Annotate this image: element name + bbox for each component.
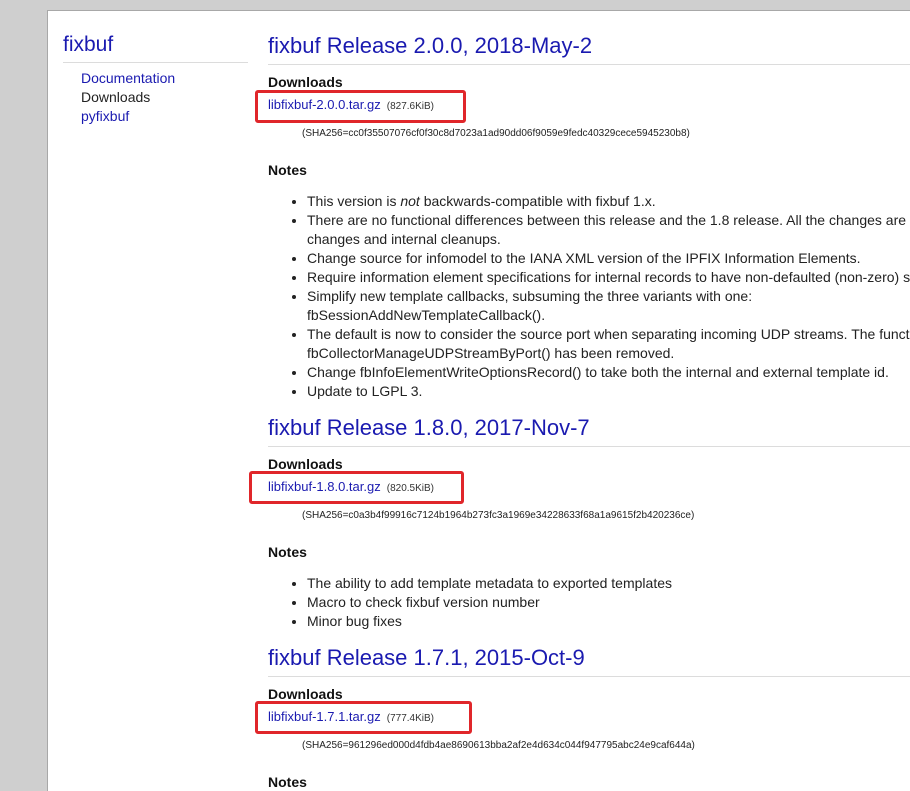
file-size: (827.6KiB) — [386, 101, 434, 112]
release-title: fixbuf Release 1.8.0, 2017-Nov-7 — [268, 415, 910, 447]
note-item: Require information element specificatio… — [307, 268, 910, 287]
nav-documentation-link[interactable]: Documentation — [81, 69, 175, 88]
download-row: libfixbuf-2.0.0.tar.gz (827.6KiB) — [268, 96, 434, 114]
note-item: Update to LGPL 3. — [307, 382, 910, 401]
sha256-checksum: (SHA256=c0a3b4f99916c7124b1964b273fc3a19… — [302, 510, 695, 521]
note-continuation: fbCollectorManageUDPStreamByPort() has b… — [307, 345, 675, 361]
download-row: libfixbuf-1.8.0.tar.gz (820.5KiB) — [268, 478, 434, 496]
note-item: Change fbInfoElementWriteOptionsRecord()… — [307, 363, 910, 382]
note-continuation: changes and internal cleanups. — [307, 231, 501, 247]
notes-heading: Notes — [268, 544, 307, 560]
nav-pyfixbuf-link[interactable]: pyfixbuf — [81, 107, 175, 126]
file-size: (777.4KiB) — [386, 713, 434, 724]
note-continuation: fbSessionAddNewTemplateCallback(). — [307, 307, 546, 323]
note-item: Change source for infomodel to the IANA … — [307, 249, 910, 268]
downloads-heading: Downloads — [268, 456, 343, 472]
download-link[interactable]: libfixbuf-1.8.0.tar.gz — [268, 479, 381, 494]
notes-heading: Notes — [268, 774, 307, 790]
sidebar-nav: Documentation Downloads pyfixbuf — [81, 69, 175, 126]
note-item: Simplify new template callbacks, subsumi… — [307, 287, 910, 306]
release-title: fixbuf Release 2.0.0, 2018-May-2 — [268, 33, 910, 65]
downloads-heading: Downloads — [268, 74, 343, 90]
note-item: Macro to check fixbuf version number — [307, 593, 910, 612]
file-size: (820.5KiB) — [386, 483, 434, 494]
release-title: fixbuf Release 1.7.1, 2015-Oct-9 — [268, 645, 910, 677]
download-row: libfixbuf-1.7.1.tar.gz (777.4KiB) — [268, 708, 434, 726]
note-item: There are no functional differences betw… — [307, 211, 910, 230]
note-item: Minor bug fixes — [307, 612, 910, 631]
notes-heading: Notes — [268, 162, 307, 178]
notes-list: The ability to add template metadata to … — [288, 574, 910, 631]
page: fixbuf Documentation Downloads pyfixbuf … — [47, 10, 910, 791]
note-item: The default is now to consider the sourc… — [307, 325, 910, 344]
downloads-heading: Downloads — [268, 686, 343, 702]
download-link[interactable]: libfixbuf-2.0.0.tar.gz — [268, 97, 381, 112]
sha256-checksum: (SHA256=cc0f35507076cf0f30c8d7023a1ad90d… — [302, 128, 690, 139]
notes-list: This version is not backwards-compatible… — [288, 192, 910, 401]
site-title[interactable]: fixbuf — [63, 33, 248, 63]
note-item: The ability to add template metadata to … — [307, 574, 910, 593]
nav-downloads-current: Downloads — [81, 89, 151, 105]
download-link[interactable]: libfixbuf-1.7.1.tar.gz — [268, 709, 381, 724]
note-item: This version is not backwards-compatible… — [307, 192, 910, 211]
sha256-checksum: (SHA256=961296ed000d4fdb4ae8690613bba2af… — [302, 740, 695, 751]
